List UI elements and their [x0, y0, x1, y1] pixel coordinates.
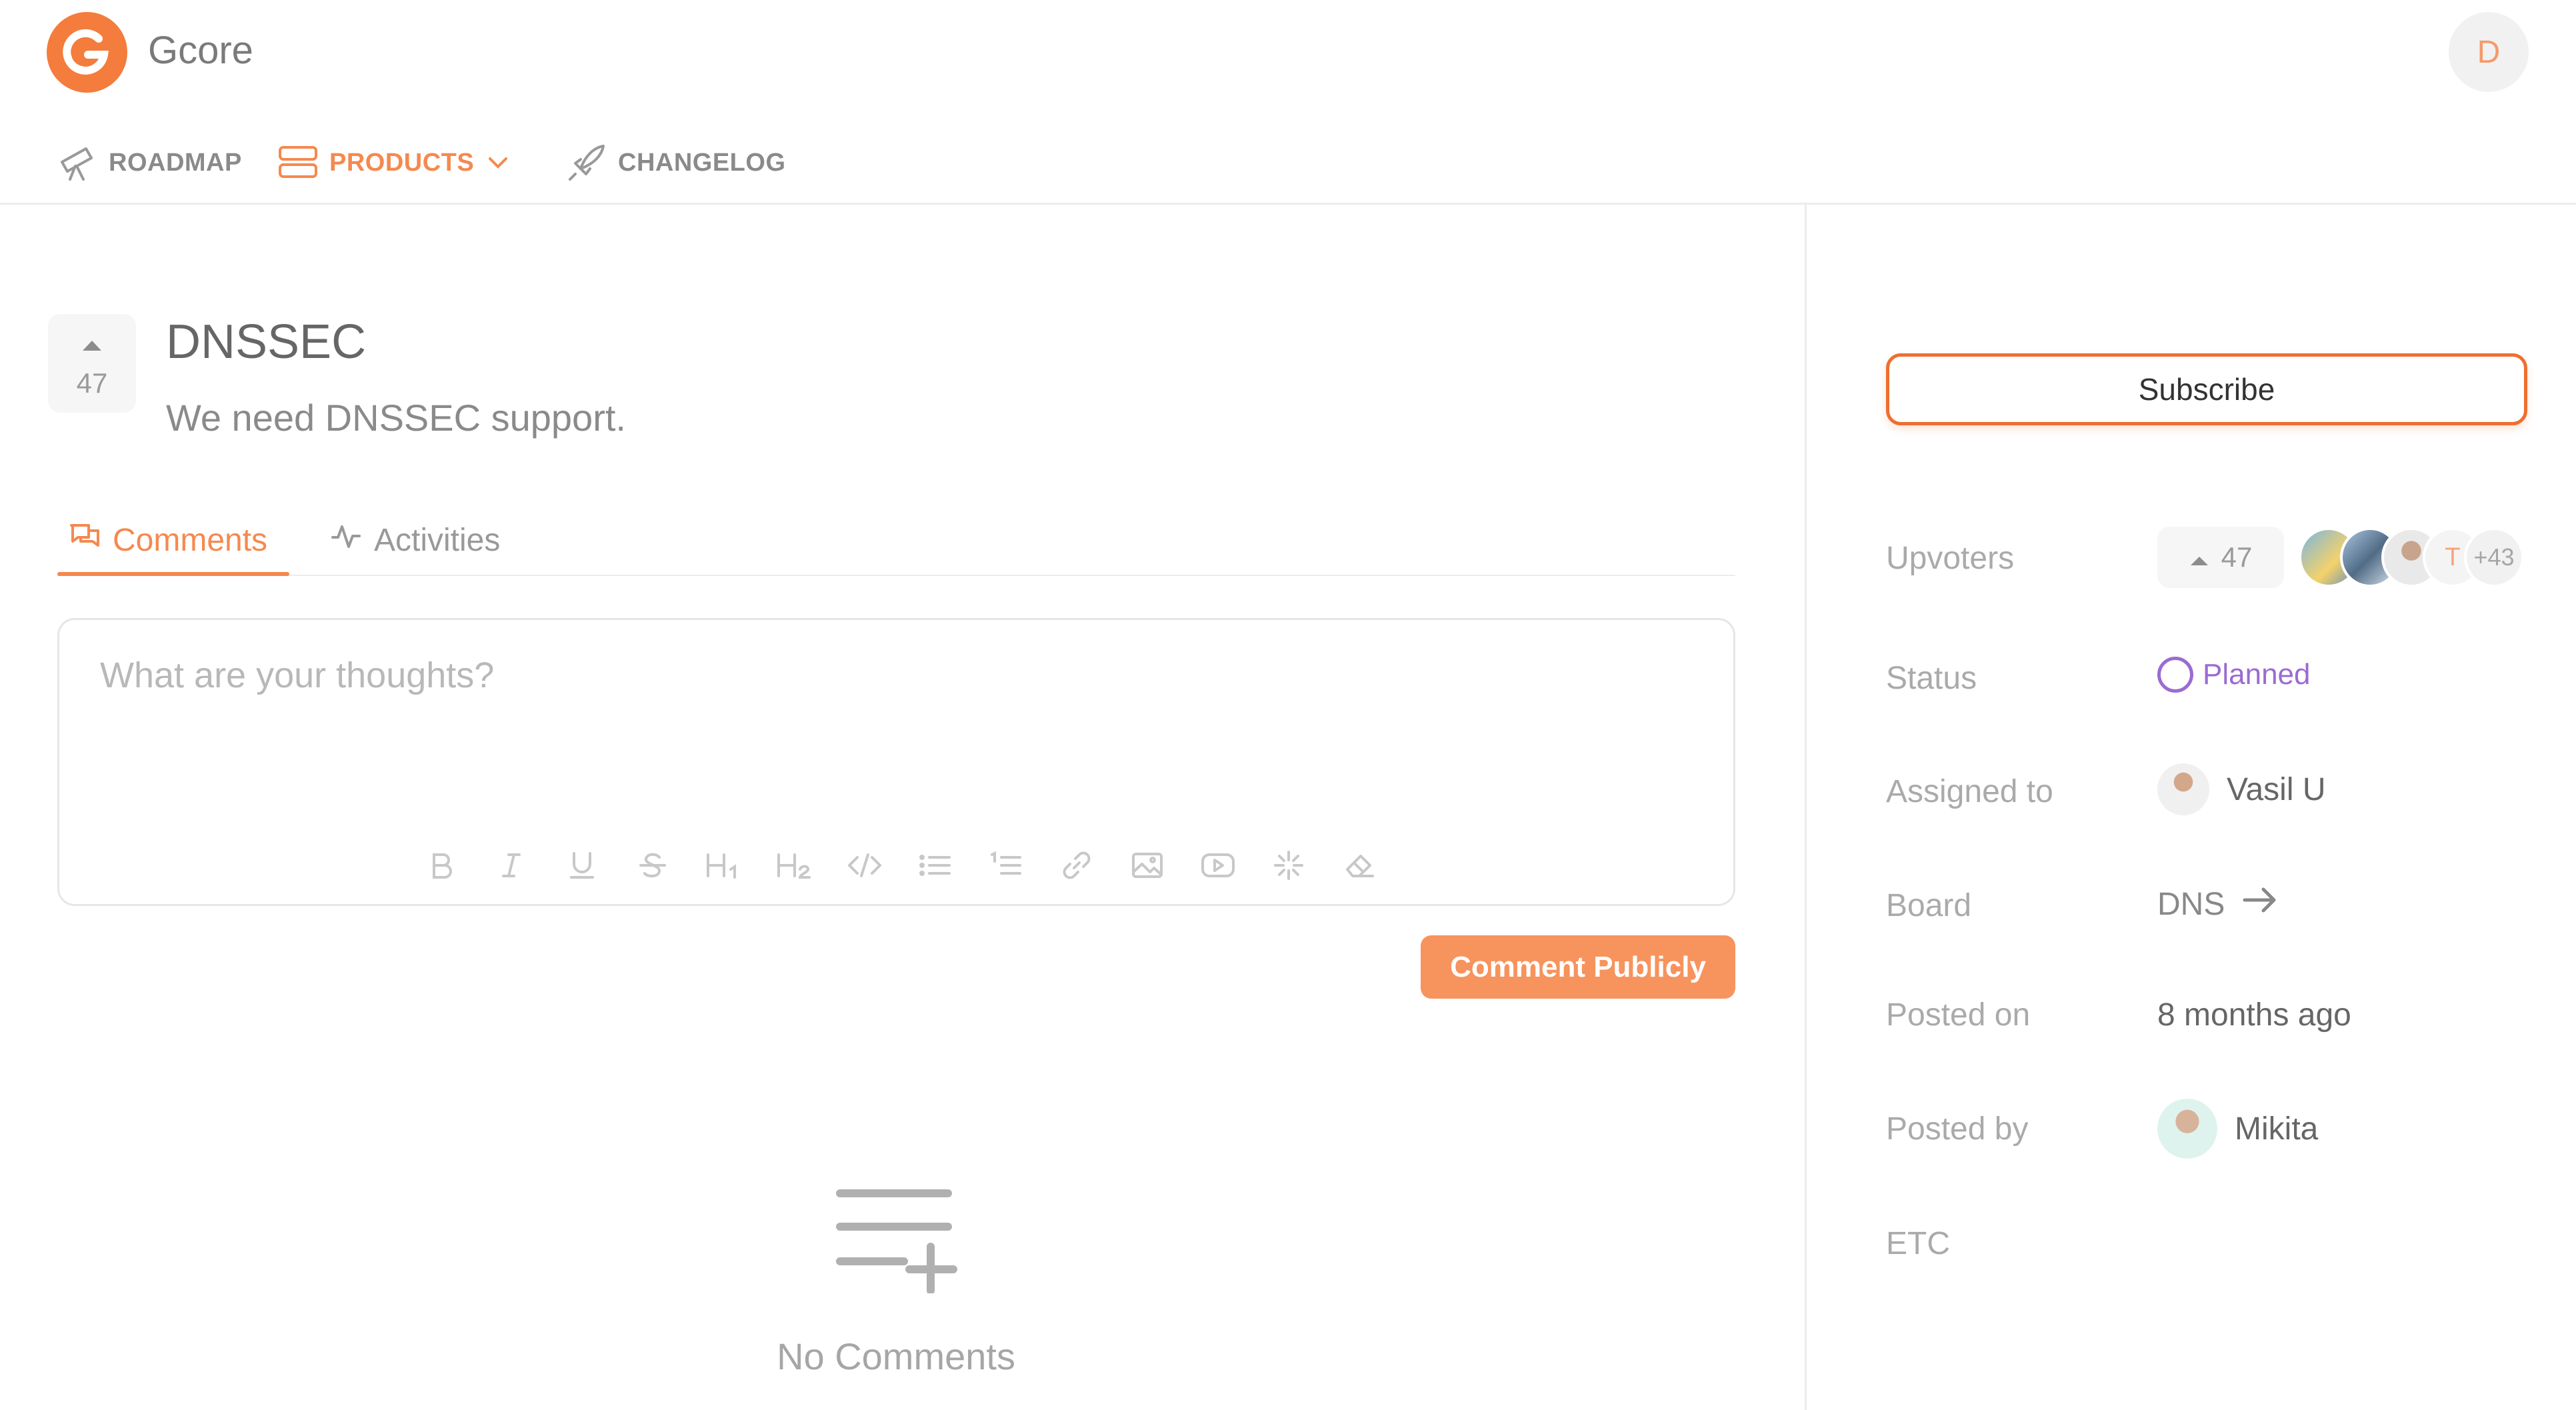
bold-icon[interactable]	[421, 846, 460, 885]
sidebar-upvote-button[interactable]: 47	[2157, 527, 2284, 588]
code-icon[interactable]	[845, 846, 884, 885]
header-divider	[0, 203, 2576, 205]
assignee-name: Vasil U	[2227, 771, 2326, 807]
heading2-icon[interactable]	[775, 846, 813, 885]
sparkle-icon[interactable]	[1269, 846, 1308, 885]
gcore-logo-icon	[62, 29, 109, 75]
poster-name: Mikita	[2235, 1111, 2319, 1147]
italic-icon[interactable]	[492, 846, 531, 885]
chevron-down-icon	[485, 149, 511, 176]
subscribe-button[interactable]: Subscribe	[1886, 353, 2527, 425]
post-body: We need DNSSEC support.	[166, 397, 626, 439]
rocket-icon	[566, 142, 607, 183]
board-link[interactable]: DNS	[2157, 885, 2278, 923]
avatar	[2157, 763, 2209, 815]
editor-toolbar	[421, 845, 1379, 885]
assigned-to-label: Assigned to	[1886, 774, 2053, 809]
post-title: DNSSEC	[166, 315, 367, 369]
bulleted-list-icon[interactable]	[916, 846, 955, 885]
strikethrough-icon[interactable]	[633, 846, 672, 885]
poster: Mikita	[2157, 1099, 2318, 1159]
posted-by-label: Posted by	[1886, 1111, 2029, 1147]
tab-comments-label: Comments	[113, 522, 268, 558]
chat-icon	[69, 520, 101, 560]
upvote-button[interactable]: 47	[48, 314, 136, 413]
upvoters-row: 47 T +43	[2157, 527, 2524, 588]
nav-products[interactable]: PRODUCTS	[277, 143, 511, 183]
stack-icon	[277, 142, 319, 183]
sidebar-divider	[1805, 205, 1807, 1410]
vote-count: 47	[76, 367, 108, 399]
video-icon[interactable]	[1199, 846, 1237, 885]
nav-products-label: PRODUCTS	[329, 148, 475, 177]
caret-up-icon	[81, 327, 103, 359]
status-value: Planned	[2203, 658, 2311, 691]
posted-on-date: 8 months ago	[2157, 997, 2351, 1033]
tab-activities-label: Activities	[374, 522, 501, 558]
upvoters-label: Upvoters	[1886, 541, 2015, 576]
nav-changelog[interactable]: CHANGELOG	[566, 143, 786, 183]
numbered-list-icon[interactable]	[987, 846, 1025, 885]
link-icon[interactable]	[1057, 846, 1096, 885]
nav-roadmap-label: ROADMAP	[109, 148, 242, 177]
etc-label: ETC	[1886, 1226, 1950, 1261]
telescope-icon	[57, 142, 98, 183]
image-icon[interactable]	[1128, 846, 1167, 885]
no-comments-text: No Comments	[777, 1335, 1015, 1377]
posted-on-value: 8 months ago	[2157, 997, 2351, 1033]
heading1-icon[interactable]	[704, 846, 743, 885]
upvoters-count: 47	[2221, 541, 2253, 573]
status-label: Status	[1886, 661, 1977, 696]
gcore-logo[interactable]	[47, 12, 127, 93]
comment-input-placeholder[interactable]: What are your thoughts?	[100, 655, 494, 696]
board-label: Board	[1886, 888, 1972, 923]
tab-comments[interactable]: Comments	[69, 520, 267, 560]
eraser-icon[interactable]	[1340, 846, 1379, 885]
posted-on-label: Posted on	[1886, 997, 2031, 1033]
brand-name: Gcore	[148, 29, 253, 72]
tab-activities[interactable]: Activities	[330, 520, 500, 560]
comment-publicly-button[interactable]: Comment Publicly	[1421, 935, 1735, 999]
activity-icon	[330, 520, 362, 560]
tabs-baseline	[57, 575, 1735, 576]
active-tab-indicator	[57, 572, 289, 576]
avatar	[2157, 1099, 2217, 1159]
voter-avatars[interactable]: T +43	[2299, 527, 2524, 587]
circle-icon	[2157, 657, 2193, 693]
add-list-icon	[836, 1187, 963, 1297]
more-voters-badge: +43	[2464, 527, 2524, 587]
underline-icon[interactable]	[563, 846, 601, 885]
board-value: DNS	[2157, 886, 2225, 922]
nav-changelog-label: CHANGELOG	[618, 148, 786, 177]
arrow-right-icon	[2242, 885, 2278, 923]
assignee: Vasil U	[2157, 763, 2325, 815]
status-badge: Planned	[2157, 657, 2310, 693]
nav-roadmap[interactable]: ROADMAP	[57, 143, 242, 183]
user-avatar[interactable]: D	[2449, 12, 2529, 92]
caret-up-icon	[2189, 541, 2209, 573]
